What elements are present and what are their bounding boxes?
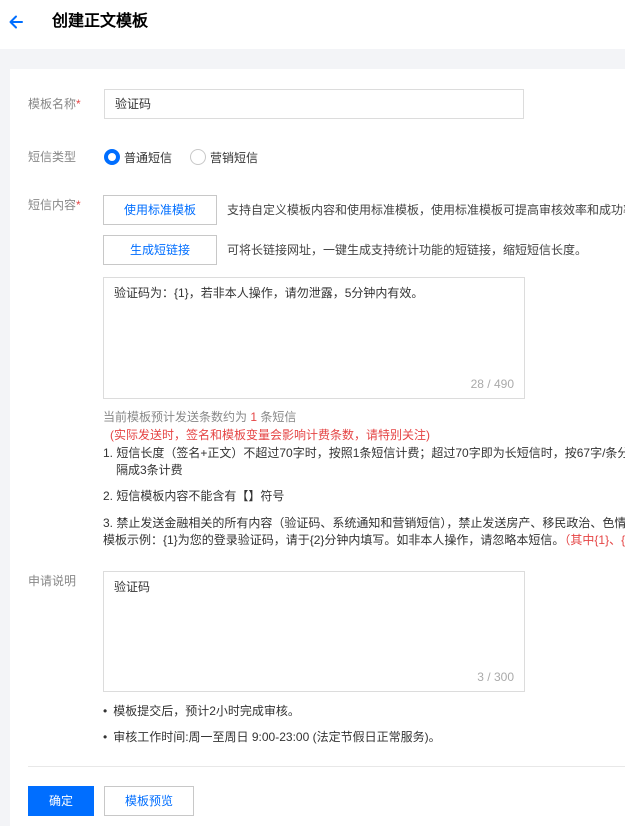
page-title: 创建正文模板 — [52, 13, 149, 30]
radio-checked-icon — [104, 149, 120, 165]
estimate-text: 当前模板预计发送条数约为 1 条短信 — [103, 410, 297, 424]
back-arrow-icon[interactable] — [6, 12, 26, 32]
estimate-note: (实际发送时，签名和模板变量会影响计费条数，请特别关注) — [110, 428, 430, 442]
sms-type-label: 短信类型 — [28, 150, 77, 164]
rule-3: 3. 禁止发送金融相关的所有内容（验证码、系统通知和营销短信），禁止发送房产、移… — [103, 516, 625, 530]
content-char-counter: 28 / 490 — [470, 377, 514, 391]
rule-1-continued: 隔成3条计费 — [116, 463, 183, 477]
estimate-count: 1 — [250, 410, 258, 424]
use-standard-template-button[interactable]: 使用标准模板 — [103, 195, 217, 225]
review-time-note: 模板提交后，预计2小时完成审核。 — [103, 703, 300, 719]
short-link-hint: 可将长链接网址，一键生成支持统计功能的短链接，缩短短信长度。 — [227, 243, 588, 257]
sms-type-radio-group: 普通短信 营销短信 — [104, 148, 276, 166]
application-note-textarea[interactable]: 验证码 3 / 300 — [103, 571, 525, 692]
rule-2: 2. 短信模板内容不能含有【】符号 — [103, 489, 285, 503]
working-hours-note: 审核工作时间:周一至周日 9:00-23:00 (法定节假日正常服务)。 — [103, 729, 440, 745]
template-name-label: 模板名称* — [28, 97, 81, 111]
confirm-button[interactable]: 确定 — [28, 786, 94, 816]
radio-marketing-sms[interactable]: 营销短信 — [190, 149, 258, 166]
template-preview-button[interactable]: 模板预览 — [104, 786, 194, 816]
generate-short-link-button[interactable]: 生成短链接 — [103, 235, 217, 265]
required-mark: * — [76, 97, 81, 111]
form-card: 模板名称* 验证码 短信类型 普通短信 营销短信 短信内容* 使用标准模板 支持… — [10, 69, 625, 826]
application-note-label: 申请说明 — [28, 574, 77, 588]
radio-normal-sms[interactable]: 普通短信 — [104, 149, 172, 166]
page-header: 创建正文模板 — [0, 0, 625, 49]
use-template-hint: 支持自定义模板内容和使用标准模板，使用标准模板可提高审核效率和成功率 — [227, 203, 625, 217]
template-name-input[interactable]: 验证码 — [104, 89, 524, 119]
rule-3-example: 模板示例：{1}为您的登录验证码，请于{2}分钟内填写。如非本人操作，请忽略本短… — [103, 533, 625, 547]
apply-char-counter: 3 / 300 — [477, 670, 514, 684]
footer-divider — [28, 766, 625, 767]
radio-unchecked-icon — [190, 149, 207, 165]
rule-1: 1. 短信长度（签名+正文）不超过70字时，按照1条短信计费；超过70字即为长短… — [103, 446, 625, 460]
sms-content-textarea[interactable]: 验证码为：{1}，若非本人操作，请勿泄露，5分钟内有效。 28 / 490 — [103, 277, 525, 399]
sms-content-label: 短信内容* — [28, 198, 81, 212]
